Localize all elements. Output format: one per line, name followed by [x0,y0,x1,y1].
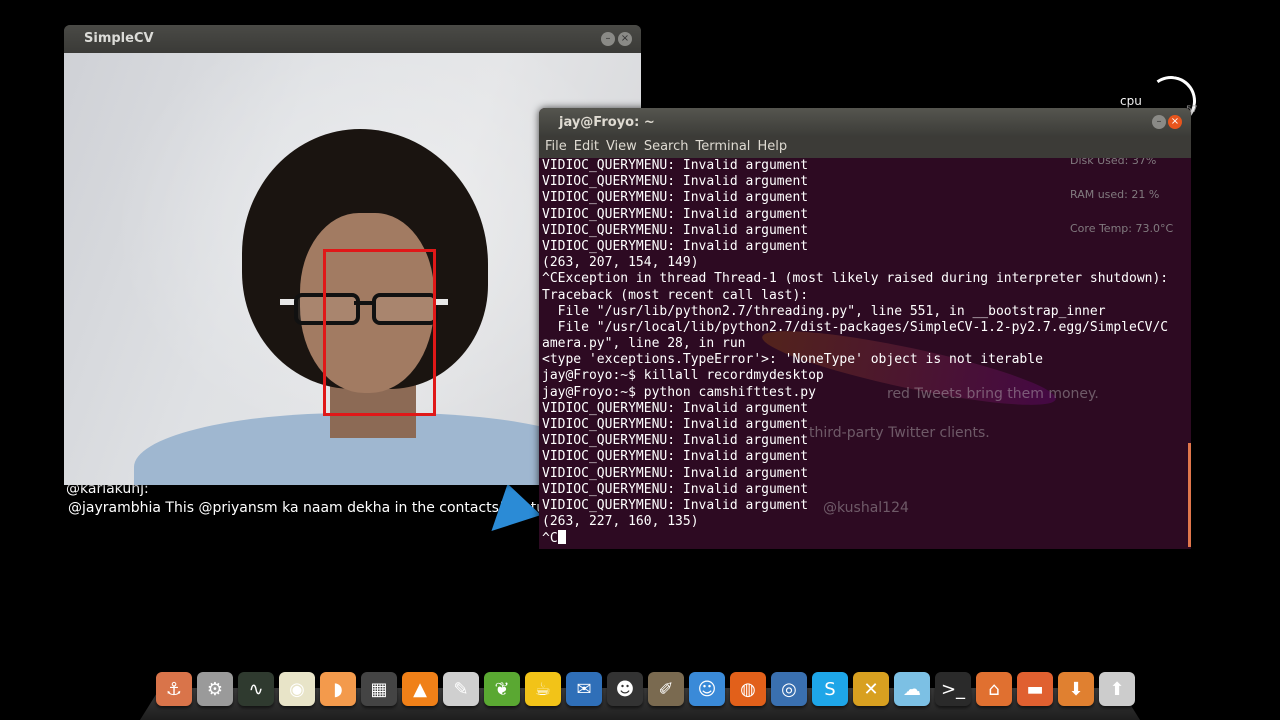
terminal-line: VIDIOC_QUERYMENU: Invalid argument [542,222,809,238]
terminal-line: VIDIOC_QUERYMENU: Invalid argument [542,238,809,254]
terminal-line: File "/usr/lib/python2.7/threading.py", … [542,303,1106,319]
text-editor-icon-glyph: ✎ [453,678,469,700]
menu-terminal[interactable]: Terminal [695,136,755,158]
terminal-line: jay@Froyo:~$ python camshifttest.py [542,384,816,400]
terminal-line: <type 'exceptions.TypeError'>: 'NoneType… [542,352,1043,368]
close-button[interactable]: × [618,32,632,46]
menu-edit[interactable]: Edit [574,136,604,158]
anchor-icon-glyph: ⚓ [165,678,183,700]
terminal-line: VIDIOC_QUERYMENU: Invalid argument [542,400,809,416]
minimize-button[interactable]: – [1152,115,1166,129]
terminal-icon-glyph: >_ [940,678,966,700]
text-cursor [557,530,566,545]
menu-view[interactable]: View [606,136,642,158]
speaker-icon-glyph: ◉ [289,678,305,700]
orange-slice-icon-glyph: ◗ [333,678,343,700]
penguin-icon[interactable]: ☻ [607,672,643,706]
penguin-icon-glyph: ☻ [615,678,635,700]
leaf-icon[interactable]: ❦ [484,672,520,706]
terminal-line: VIDIOC_QUERYMENU: Invalid argument [542,206,809,222]
terminal-line: (263, 227, 160, 135) [542,514,699,530]
thunderbird-icon[interactable]: ✉ [566,672,602,706]
teapot-icon[interactable]: ☕ [525,672,561,706]
downloads-folder-icon[interactable]: ⬇ [1058,672,1094,706]
terminal-icon[interactable]: >_ [935,672,971,706]
chat-icon[interactable]: ✕ [853,672,889,706]
gimp-icon[interactable]: ✐ [648,672,684,706]
thunderbird-icon-glyph: ✉ [576,678,592,700]
weather-icon[interactable]: ☁ [894,672,930,706]
terminal-line: VIDIOC_QUERYMENU: Invalid argument [542,465,809,481]
speaker-icon[interactable]: ◉ [279,672,315,706]
teapot-icon-glyph: ☕ [534,678,552,700]
vlc-icon[interactable]: ▲ [402,672,438,706]
robot-icon-glyph: ☺ [697,678,717,700]
folder-icon[interactable]: ▬ [1017,672,1053,706]
face-detection-box [323,249,436,416]
system-monitor-icon-glyph: ∿ [248,678,264,700]
simplecv-titlebar[interactable]: SimpleCV – × [64,25,641,53]
window-title: SimpleCV [84,31,154,46]
terminal-prompt-line: ^C [539,530,1191,546]
firefox-icon-glyph: ◍ [740,678,756,700]
folder-icon-glyph: ▬ [1026,678,1044,700]
terminal-line: VIDIOC_QUERYMENU: Invalid argument [542,481,809,497]
system-settings-icon[interactable]: ⚙ [197,672,233,706]
terminal-line: VIDIOC_QUERYMENU: Invalid argument [542,449,809,465]
terminal-output[interactable]: Disk Used: 37% RAM used: 21 % Core Temp:… [539,158,1191,549]
terminal-window: jay@Froyo: ~ – × File Edit View Search T… [539,108,1191,549]
chromium-icon-glyph: ◎ [781,678,797,700]
orange-slice-icon[interactable]: ◗ [320,672,356,706]
terminal-line: VIDIOC_QUERYMENU: Invalid argument [542,417,809,432]
feed-tweet: @jayrambhia This @priyansm ka naam dekha… [68,500,551,516]
terminal-titlebar[interactable]: jay@Froyo: ~ – × [539,108,1191,136]
weather-icon-glyph: ☁ [903,678,921,700]
anchor-icon[interactable]: ⚓ [156,672,192,706]
clapperboard-icon-glyph: ▦ [370,678,388,700]
terminal-line: VIDIOC_QUERYMENU: Invalid argument [542,174,809,190]
leaf-icon-glyph: ❦ [494,678,510,700]
terminal-line: VIDIOC_QUERYMENU: Invalid argument [542,190,809,206]
terminal-line: (263, 207, 154, 149) [542,255,699,271]
terminal-line: jay@Froyo:~$ killall recordmydesktop [542,368,824,384]
terminal-line: VIDIOC_QUERYMENU: Invalid argument [542,497,809,513]
gimp-icon-glyph: ✐ [658,678,674,700]
chromium-icon[interactable]: ◎ [771,672,807,706]
dock: ⚓ ⚙ ∿ ◉ ◗ ▦ ▲ ✎ ❦ ☕ ✉ ☻ ✐ ☺ ◍ ◎ S ✕ ☁ >_ ⌂ ▬ ⬇ ⬆ [156,672,1135,710]
home-folder-icon-glyph: ⌂ [988,678,1000,700]
system-settings-icon-glyph: ⚙ [206,678,224,700]
close-button[interactable]: × [1168,115,1182,129]
terminal-line: Traceback (most recent call last): [542,287,809,303]
home-folder-icon[interactable]: ⌂ [976,672,1012,706]
terminal-line: VIDIOC_QUERYMENU: Invalid argument [542,433,809,449]
terminal-line: File "/usr/local/lib/python2.7/dist-pack… [542,319,1169,335]
window-title: jay@Froyo: ~ [559,115,655,130]
system-monitor-icon[interactable]: ∿ [238,672,274,706]
terminal-line: ^CException in thread Thread-1 (most lik… [542,271,1169,287]
terminal-last-input: ^C [542,531,558,547]
skype-icon-glyph: S [824,678,836,700]
skype-icon[interactable]: S [812,672,848,706]
menu-file[interactable]: File [545,136,572,158]
cpu-label: cpu [1120,94,1142,108]
menu-search[interactable]: Search [644,136,694,158]
clapperboard-icon[interactable]: ▦ [361,672,397,706]
text-editor-icon[interactable]: ✎ [443,672,479,706]
firefox-icon[interactable]: ◍ [730,672,766,706]
robot-icon[interactable]: ☺ [689,672,725,706]
chat-icon-glyph: ✕ [863,678,879,700]
menu-help[interactable]: Help [757,136,792,158]
twitter-bird-icon [479,476,541,532]
installer-icon-glyph: ⬆ [1109,678,1125,700]
installer-icon[interactable]: ⬆ [1099,672,1135,706]
downloads-folder-icon-glyph: ⬇ [1068,678,1084,700]
menu-bar: File Edit View Search Terminal Help [539,136,1191,158]
terminal-line: VIDIOC_QUERYMENU: Invalid argument [542,158,809,173]
minimize-button[interactable]: – [601,32,615,46]
vlc-icon-glyph: ▲ [413,678,427,700]
terminal-line: amera.py", line 28, in run [542,336,746,352]
